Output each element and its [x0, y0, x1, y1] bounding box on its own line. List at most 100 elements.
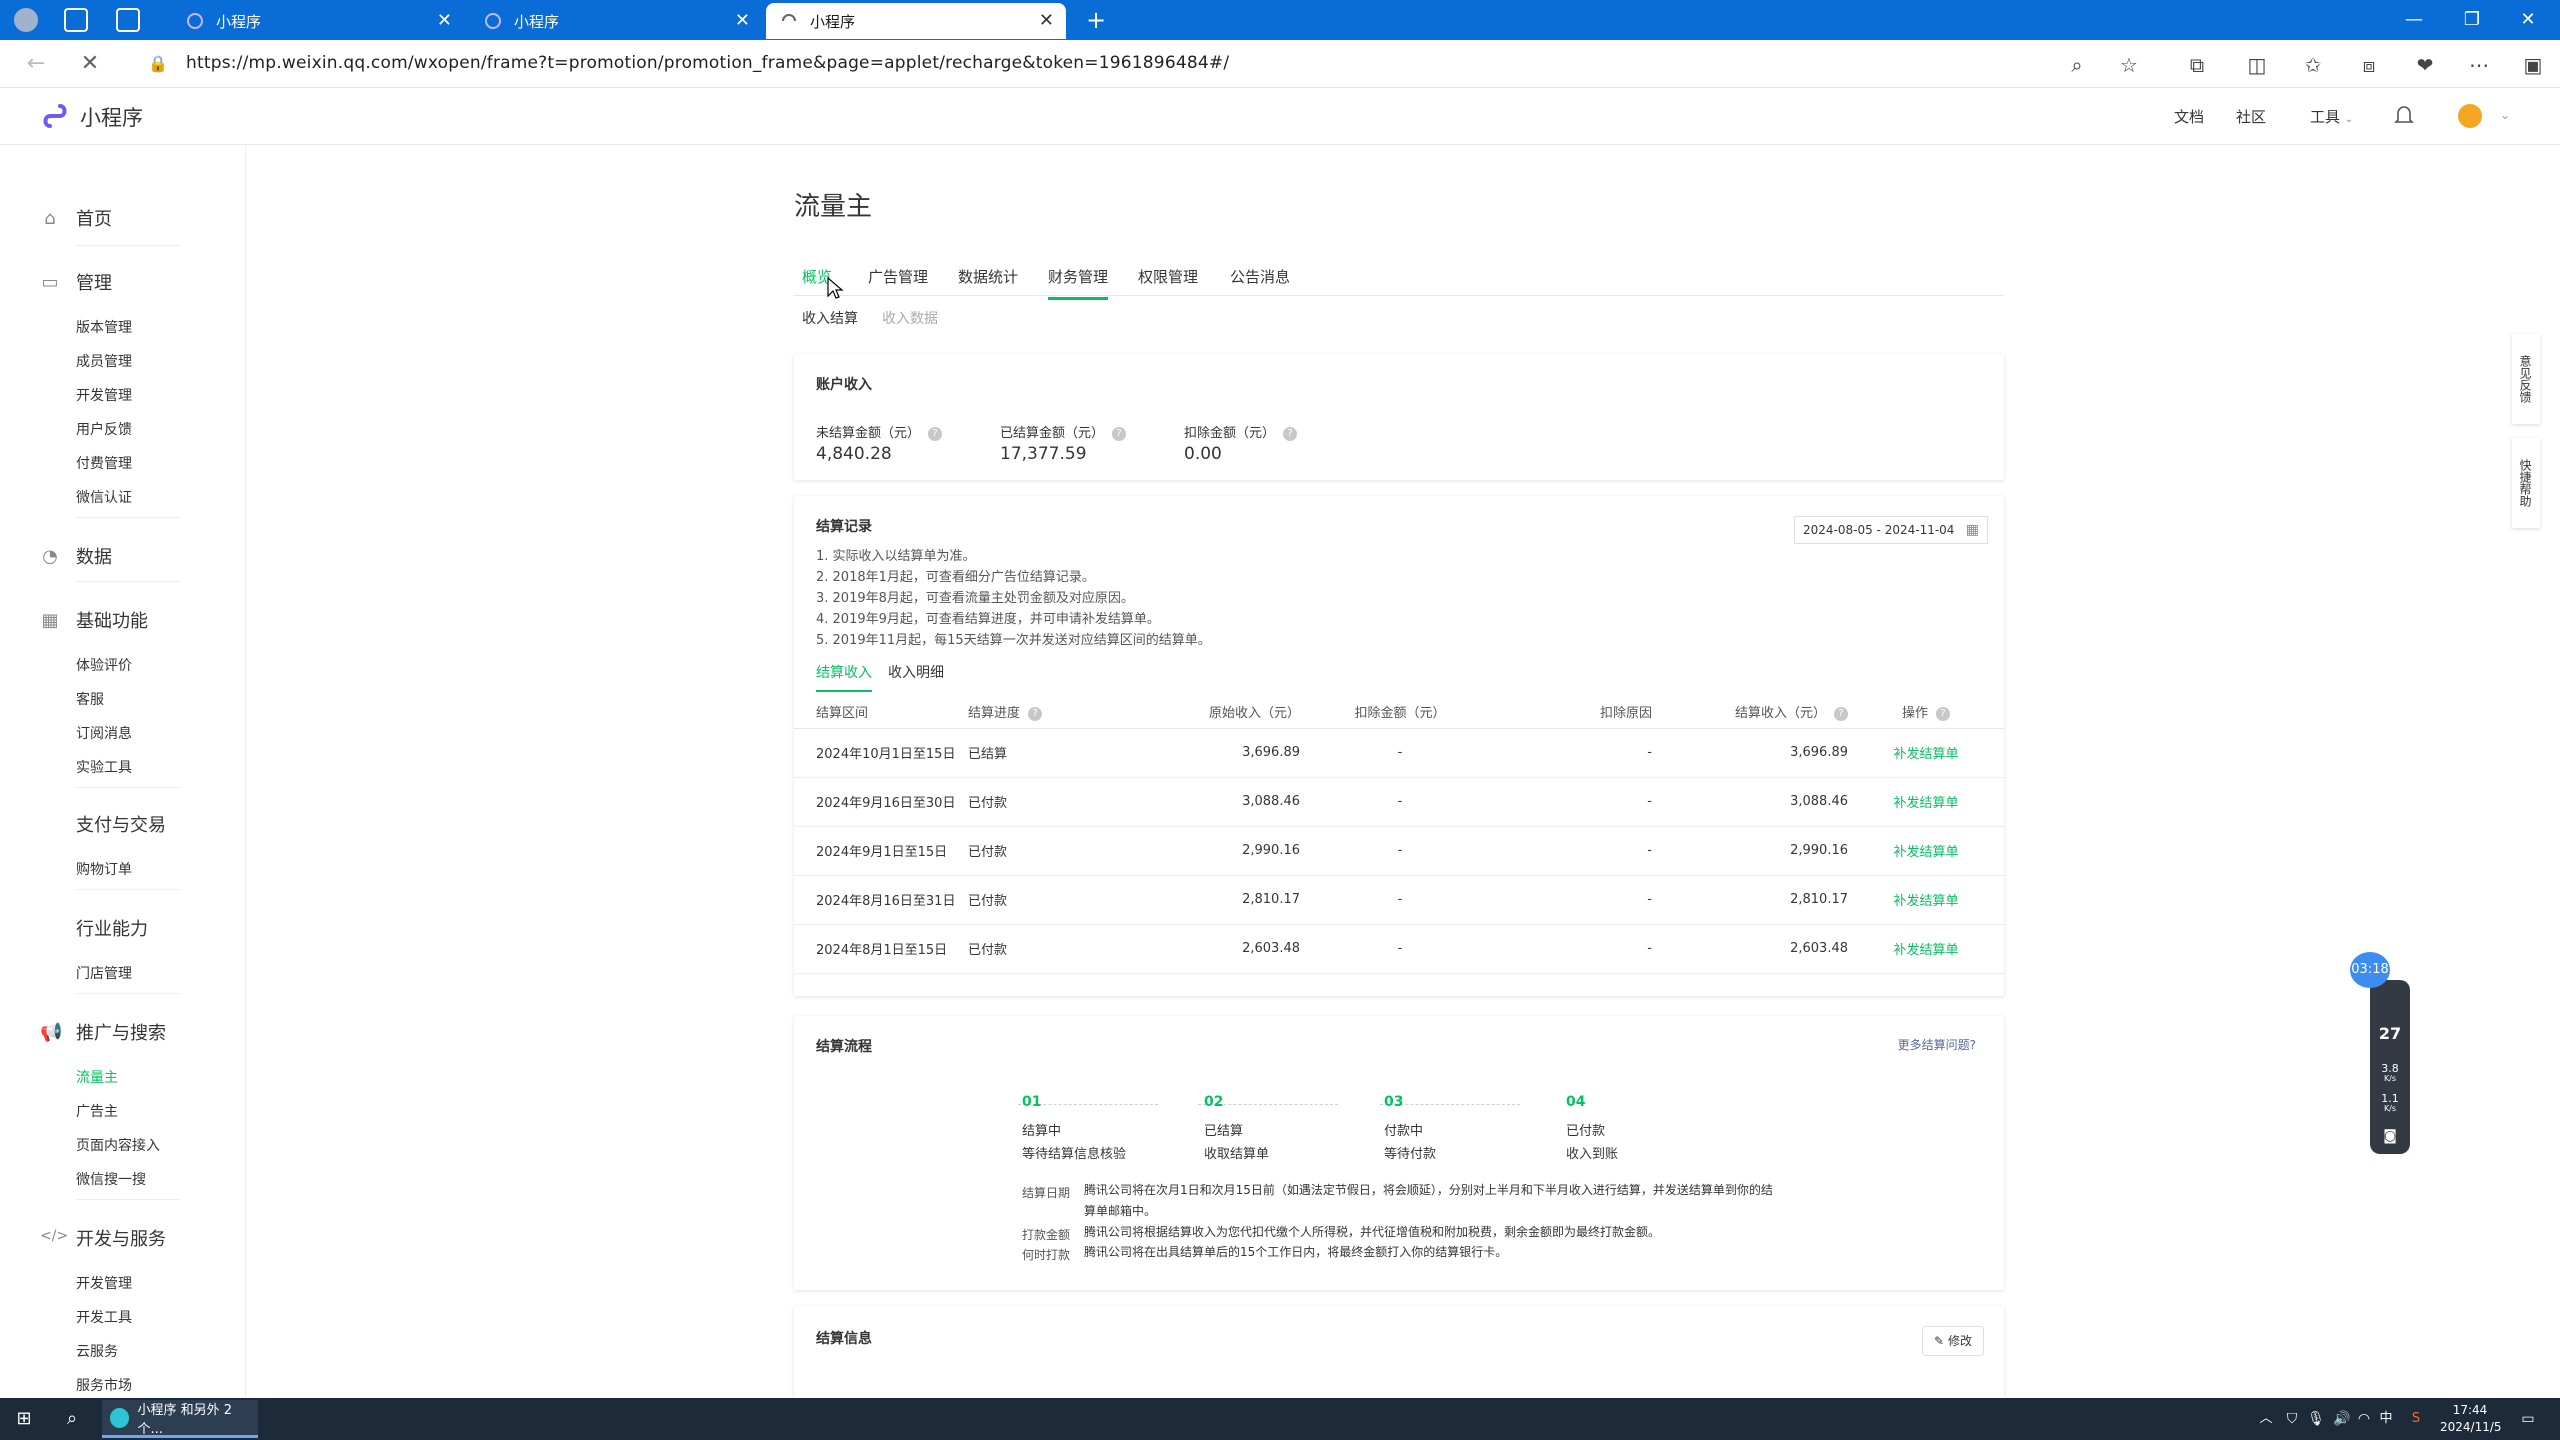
new-tab-button[interactable]: +	[1078, 6, 1114, 34]
browser-tab-2[interactable]: 小程序 ✕	[470, 3, 762, 39]
sidebar-item-market[interactable]: 服务市场	[76, 1375, 132, 1395]
taskbar-clock[interactable]: 17:44 2024/11/5	[2440, 1402, 2502, 1436]
sidebar-item-cloud[interactable]: 云服务	[76, 1341, 118, 1361]
url-field[interactable]: https://mp.weixin.qq.com/wxopen/frame?t=…	[186, 53, 1229, 73]
reissue-statement-link[interactable]: 补发结算单	[1848, 728, 2004, 778]
sidebar-item-service[interactable]: 客服	[76, 689, 104, 709]
lock-icon[interactable]: 🔒	[144, 50, 172, 78]
help-icon[interactable]: ?	[928, 426, 943, 441]
subtab-settlement[interactable]: 收入结算	[802, 308, 858, 328]
sidebar-item-page-content[interactable]: 页面内容接入	[76, 1135, 160, 1155]
camera-icon[interactable]: ◙	[2370, 1128, 2410, 1144]
browser-tab-3[interactable]: 小程序 ✕	[766, 3, 1066, 39]
sidebar-item-rating[interactable]: 体验评价	[76, 655, 132, 675]
close-tab-icon[interactable]: ✕	[1039, 11, 1054, 31]
input-method-indicator[interactable]: 中	[2374, 1408, 2398, 1430]
tab-finance[interactable]: 财务管理	[1048, 266, 1109, 300]
reissue-statement-link[interactable]: 补发结算单	[1848, 875, 2004, 925]
tab-actions-icon[interactable]	[116, 8, 140, 32]
help-icon[interactable]: ?	[1112, 426, 1127, 441]
network-speed-widget[interactable]: 27 3.8 K/s 1.1 K/s ◙	[2370, 980, 2410, 1154]
help-icon[interactable]: ?	[1936, 706, 1950, 721]
taskbar-edge-app[interactable]: 小程序 和另外 2 个...	[102, 1400, 258, 1438]
sidebar-item-verify[interactable]: 微信认证	[76, 487, 132, 507]
sidebar-group-manage[interactable]: ▭ 管理	[40, 269, 112, 295]
windows-start-icon[interactable]: ⊞	[12, 1408, 36, 1430]
bell-icon[interactable]	[2394, 104, 2414, 126]
search-icon[interactable]: ⌕	[60, 1408, 84, 1430]
shield-icon[interactable]: ⛉	[2280, 1408, 2304, 1430]
collections-icon[interactable]: ⧈	[2356, 52, 2382, 78]
sidebar-item-members[interactable]: 成员管理	[76, 351, 132, 371]
reissue-statement-link[interactable]: 补发结算单	[1848, 777, 2004, 827]
help-float-button[interactable]: 快捷帮助	[2512, 438, 2540, 528]
more-menu-icon[interactable]: ⋯	[2466, 52, 2492, 78]
tab-announcements[interactable]: 公告消息	[1230, 266, 1290, 287]
minimize-icon[interactable]: —	[2396, 6, 2432, 34]
sidebar-item-lab[interactable]: 实验工具	[76, 757, 132, 777]
miniprogram-logo[interactable]: 小程序	[40, 102, 143, 132]
zoom-icon[interactable]: ⌕	[2064, 52, 2090, 78]
feedback-float-button[interactable]: 意见反馈	[2512, 334, 2540, 424]
timer-badge[interactable]: 03:18	[2350, 952, 2390, 988]
help-icon[interactable]: ?	[1834, 706, 1848, 721]
close-tab-icon[interactable]: ✕	[437, 11, 452, 31]
sidebar-item-subscribe[interactable]: 订阅消息	[76, 723, 132, 743]
sidebar-item-feedback[interactable]: 用户反馈	[76, 419, 132, 439]
docs-link[interactable]: 文档	[2174, 106, 2204, 127]
sidebar-item-search[interactable]: 微信搜一搜	[76, 1169, 146, 1189]
sidebar-item-dev[interactable]: 开发管理	[76, 385, 132, 405]
more-questions-link[interactable]: 更多结算问题?	[1898, 1036, 1976, 1053]
restore-icon[interactable]: ❐	[2454, 6, 2490, 34]
edit-button[interactable]: ✎ 修改	[1922, 1326, 1984, 1356]
sidebar-group-dev-services[interactable]: </> 开发与服务	[40, 1225, 166, 1251]
date-range-picker[interactable]: 2024-08-05 - 2024-11-04 ▦	[1794, 516, 1988, 544]
sogou-ime-icon[interactable]: S	[2404, 1408, 2428, 1430]
sidebar-group-home[interactable]: ⌂ 首页	[40, 205, 112, 231]
tab-stats[interactable]: 数据统计	[958, 266, 1018, 287]
avatar[interactable]	[2458, 104, 2482, 128]
sidebar-item-version[interactable]: 版本管理	[76, 317, 132, 337]
tab-ad-manage[interactable]: 广告管理	[868, 266, 928, 287]
community-link[interactable]: 社区	[2236, 106, 2266, 127]
stop-loading-icon[interactable]: ✕	[76, 50, 104, 78]
sidebar-group-data[interactable]: ◔ 数据	[40, 543, 112, 569]
close-tab-icon[interactable]: ✕	[735, 11, 750, 31]
tab-permissions[interactable]: 权限管理	[1138, 266, 1198, 287]
help-icon[interactable]: ?	[1028, 706, 1043, 721]
browser-tab-1[interactable]: 小程序 ✕	[172, 3, 464, 39]
favorites-icon[interactable]: ✩	[2300, 52, 2326, 78]
volume-icon[interactable]: 🔊	[2330, 1408, 2354, 1430]
sidebar-item-stores[interactable]: 门店管理	[76, 963, 132, 983]
split-screen-icon[interactable]: ◫	[2244, 52, 2270, 78]
sidebar-item-orders[interactable]: 购物订单	[76, 859, 132, 879]
extensions-icon[interactable]: ⧉	[2184, 52, 2210, 78]
sidebar-group-industry[interactable]: 行业能力	[40, 915, 148, 941]
tab-settled-income[interactable]: 结算收入	[816, 662, 872, 692]
sidebar-toggle-icon[interactable]: ▣	[2520, 52, 2546, 78]
reissue-statement-link[interactable]: 补发结算单	[1848, 826, 2004, 876]
sidebar-group-payment[interactable]: 支付与交易	[40, 811, 166, 837]
tools-menu[interactable]: 工具 ⌄	[2310, 106, 2353, 127]
profile-avatar-icon[interactable]	[14, 8, 38, 32]
back-arrow-icon[interactable]: ←	[22, 50, 50, 78]
window-close-icon[interactable]: ✕	[2510, 6, 2546, 34]
sidebar-item-traffic-owner[interactable]: 流量主	[76, 1067, 118, 1087]
performance-icon[interactable]: ❤	[2412, 52, 2438, 78]
favorite-star-icon[interactable]: ☆	[2116, 52, 2142, 78]
chevron-down-icon[interactable]: ⌄	[2500, 108, 2510, 122]
reissue-statement-link[interactable]: 补发结算单	[1848, 924, 2004, 974]
sidebar-item-paid[interactable]: 付费管理	[76, 453, 132, 473]
sidebar-item-advertiser[interactable]: 广告主	[76, 1101, 118, 1121]
network-icon[interactable]: ◠	[2352, 1408, 2376, 1430]
sidebar-item-dev-tools[interactable]: 开发工具	[76, 1307, 132, 1327]
help-icon[interactable]: ?	[1283, 426, 1298, 441]
sidebar-item-dev-manage[interactable]: 开发管理	[76, 1273, 132, 1293]
notification-icon[interactable]: ▭	[2516, 1408, 2540, 1430]
subtab-income-data[interactable]: 收入数据	[882, 308, 938, 328]
chevron-up-icon[interactable]: ︿	[2254, 1408, 2278, 1430]
sidebar-group-promotion[interactable]: 📢 推广与搜索	[40, 1019, 166, 1045]
microphone-icon[interactable]: 🎙	[2304, 1408, 2328, 1430]
workspaces-icon[interactable]	[64, 8, 88, 32]
tab-income-detail[interactable]: 收入明细	[888, 662, 944, 682]
